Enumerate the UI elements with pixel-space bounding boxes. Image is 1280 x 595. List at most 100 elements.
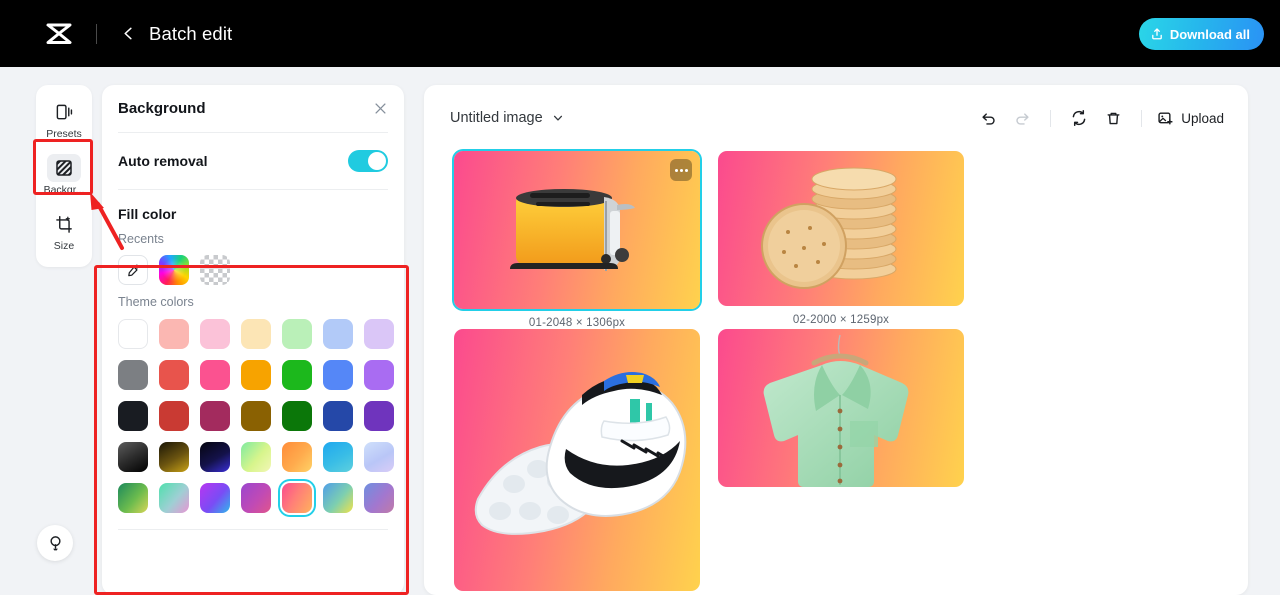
document-name: Untitled image	[450, 110, 543, 126]
color-swatch-17[interactable]	[241, 401, 271, 431]
capcut-logo-icon[interactable]	[44, 21, 74, 47]
canvas-actions: Upload	[973, 103, 1226, 133]
color-swatch-11[interactable]	[282, 360, 312, 390]
image-card[interactable]: 02-2000 × 1259px	[718, 151, 964, 329]
background-hatch-icon	[47, 154, 81, 183]
image-card[interactable]: 03-1922 × 2048px	[454, 329, 700, 595]
color-swatch-1[interactable]	[159, 319, 189, 349]
color-swatch-22[interactable]	[159, 442, 189, 472]
auto-removal-row: Auto removal	[118, 133, 388, 190]
color-swatch-3[interactable]	[241, 319, 271, 349]
color-swatch-26[interactable]	[323, 442, 353, 472]
theme-colors-label: Theme colors	[118, 295, 194, 309]
image-caption: 02-2000 × 1259px	[792, 314, 890, 326]
color-swatch-5[interactable]	[323, 319, 353, 349]
top-bar: Batch edit Download all	[0, 0, 1280, 67]
color-swatch-27[interactable]	[364, 442, 394, 472]
color-swatch-28[interactable]	[118, 483, 148, 513]
color-swatch-8[interactable]	[159, 360, 189, 390]
product-image-sneakers	[454, 329, 700, 591]
color-swatch-6[interactable]	[364, 319, 394, 349]
tips-button[interactable]	[37, 525, 73, 561]
download-all-button[interactable]: Download all	[1138, 18, 1264, 50]
document-name-dropdown[interactable]: Untitled image	[450, 110, 564, 126]
color-swatch-12[interactable]	[323, 360, 353, 390]
background-panel: Background Auto removal Fill color Recen…	[102, 85, 404, 595]
back-button[interactable]	[115, 21, 141, 47]
more-dots-icon[interactable]	[670, 159, 692, 181]
image-thumbnail[interactable]	[454, 151, 700, 309]
close-icon[interactable]	[373, 101, 388, 116]
image-card[interactable]: 01-2048 × 1306px	[454, 151, 700, 329]
color-swatch-15[interactable]	[159, 401, 189, 431]
color-swatch-21[interactable]	[118, 442, 148, 472]
theme-color-grid	[102, 309, 404, 513]
delete-button[interactable]	[1098, 103, 1128, 133]
panel-header: Background	[118, 85, 388, 133]
color-wheel-swatch[interactable]	[159, 255, 189, 285]
color-swatch-32[interactable]	[282, 483, 312, 513]
tool-rail: Presets Backgr... Size	[36, 85, 92, 267]
fill-color-label: Fill color	[118, 206, 177, 222]
product-image-shirt	[718, 329, 964, 487]
image-thumbnail[interactable]	[454, 329, 700, 591]
lightbulb-icon	[47, 534, 64, 552]
upload-label: Upload	[1181, 110, 1224, 126]
top-divider	[96, 23, 97, 44]
image-grid: 01-2048 × 1306px 02-2000 × 1259px	[424, 151, 1248, 595]
crop-size-icon	[47, 210, 81, 238]
color-swatch-20[interactable]	[364, 401, 394, 431]
sidebar-item-label: Size	[53, 240, 75, 253]
color-swatch-23[interactable]	[200, 442, 230, 472]
color-swatch-4[interactable]	[282, 319, 312, 349]
toolbar-divider	[1141, 109, 1143, 127]
product-image-toaster	[454, 151, 700, 309]
color-swatch-9[interactable]	[200, 360, 230, 390]
page-title: Batch edit	[149, 22, 233, 44]
redo-button[interactable]	[1007, 103, 1037, 133]
color-swatch-14[interactable]	[118, 401, 148, 431]
sidebar-item-presets[interactable]: Presets	[38, 91, 90, 147]
image-caption: 01-2048 × 1306px	[528, 317, 626, 329]
color-swatch-25[interactable]	[282, 442, 312, 472]
color-swatch-2[interactable]	[200, 319, 230, 349]
color-swatch-19[interactable]	[323, 401, 353, 431]
color-swatch-34[interactable]	[364, 483, 394, 513]
panel-divider	[118, 529, 388, 530]
add-image-icon	[1157, 110, 1174, 127]
color-swatch-30[interactable]	[200, 483, 230, 513]
eyedropper-swatch[interactable]	[118, 255, 148, 285]
upload-arrow-icon	[1150, 27, 1164, 41]
sidebar-item-label: Presets	[46, 128, 82, 141]
image-thumbnail[interactable]	[718, 151, 964, 306]
undo-button[interactable]	[973, 103, 1003, 133]
color-swatch-7[interactable]	[118, 360, 148, 390]
image-card[interactable]	[718, 329, 964, 595]
color-swatch-13[interactable]	[364, 360, 394, 390]
color-swatch-18[interactable]	[282, 401, 312, 431]
color-swatch-0[interactable]	[118, 319, 148, 349]
recents-swatches	[102, 246, 404, 285]
image-canvas: Untitled image Upload 01-2048 × 1306px 0…	[424, 85, 1248, 595]
auto-removal-toggle[interactable]	[348, 150, 388, 172]
sidebar-item-size[interactable]: Size	[38, 203, 90, 259]
recents-label: Recents	[118, 232, 164, 246]
color-swatch-24[interactable]	[241, 442, 271, 472]
sidebar-item-label: Backgr...	[43, 184, 85, 197]
color-swatch-31[interactable]	[241, 483, 271, 513]
canvas-toolbar: Untitled image Upload	[424, 85, 1248, 151]
eyedropper-icon	[126, 263, 141, 278]
upload-button[interactable]: Upload	[1155, 110, 1226, 127]
color-swatch-16[interactable]	[200, 401, 230, 431]
color-swatch-29[interactable]	[159, 483, 189, 513]
presets-icon	[47, 98, 81, 126]
chevron-down-icon	[552, 112, 564, 124]
color-swatch-33[interactable]	[323, 483, 353, 513]
product-image-biscuits	[718, 151, 964, 306]
transparent-swatch[interactable]	[200, 255, 230, 285]
image-thumbnail[interactable]	[718, 329, 964, 487]
color-swatch-10[interactable]	[241, 360, 271, 390]
panel-title: Background	[118, 100, 206, 117]
sidebar-item-background[interactable]: Backgr...	[38, 147, 90, 203]
replace-button[interactable]	[1064, 103, 1094, 133]
